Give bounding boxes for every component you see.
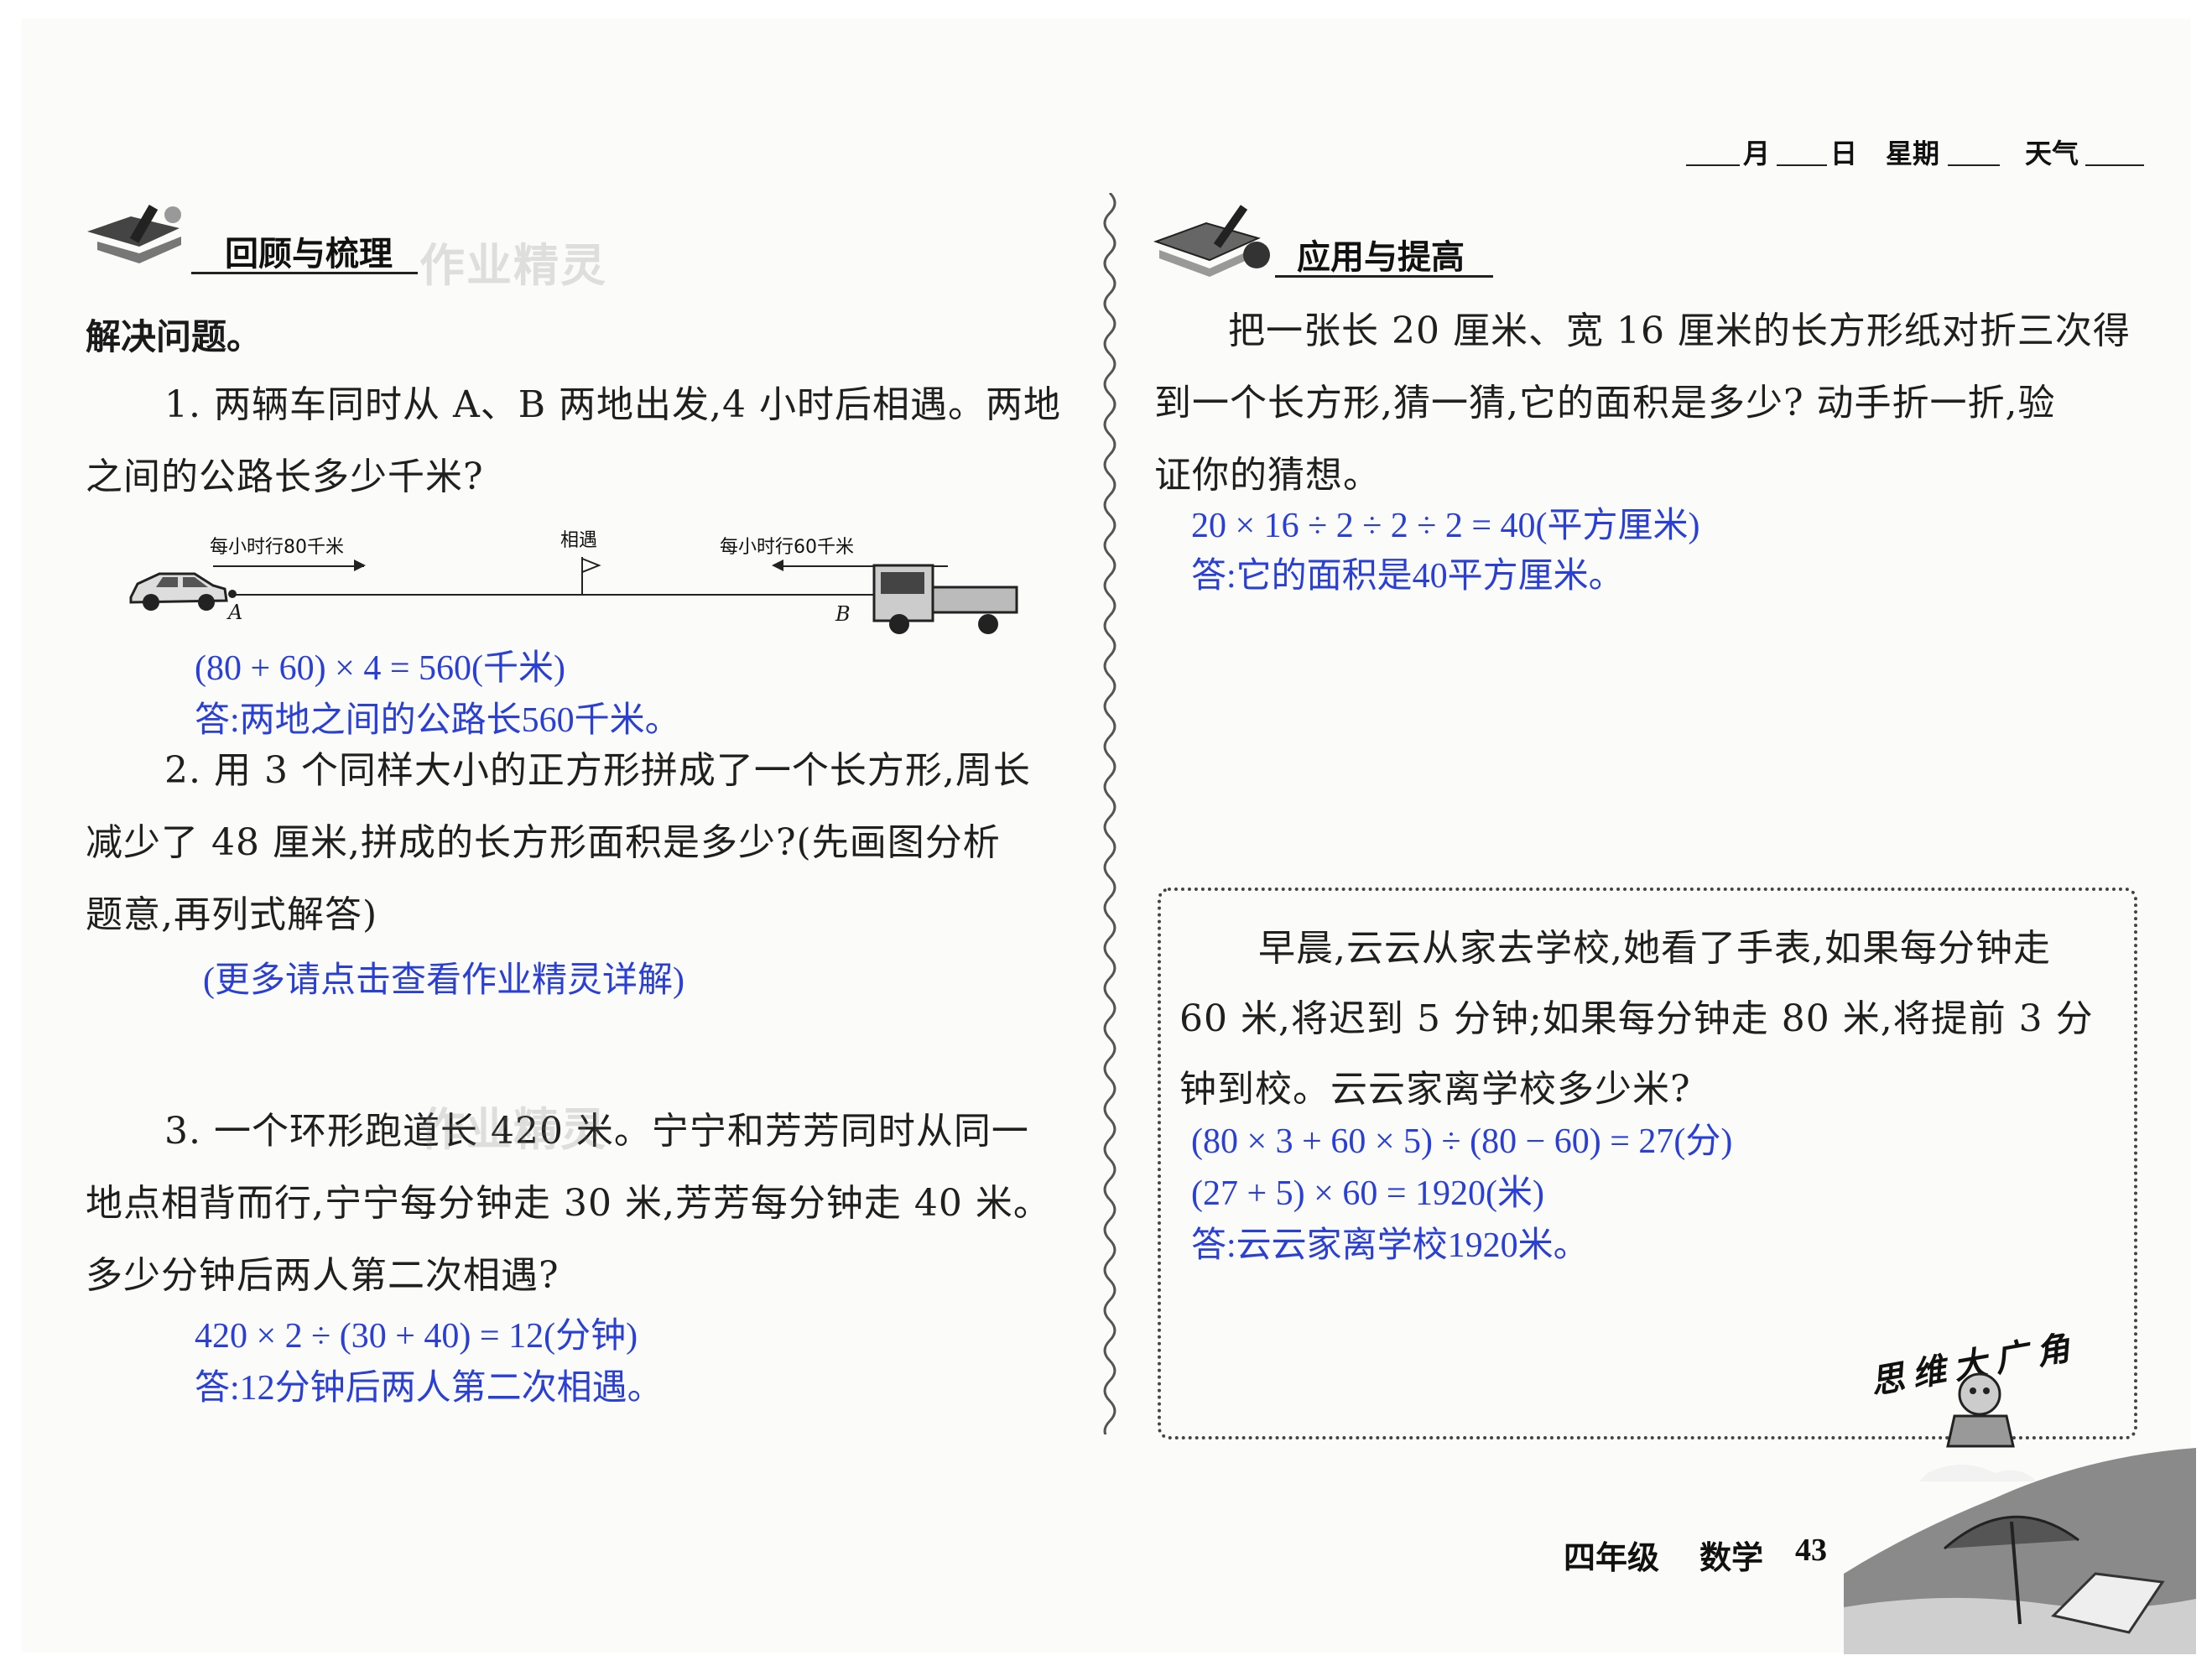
- car-icon: [129, 572, 228, 611]
- intro-heading: 解决问题。: [86, 316, 263, 357]
- apply-section-title: 应用与提高: [1297, 238, 1465, 277]
- thinker-mascot-icon: [1946, 1372, 2015, 1448]
- footer-subject: 数学: [1699, 1539, 1764, 1576]
- q3-answer-line1: 420 × 2 ÷ (30 + 40) = 12(分钟): [195, 1317, 638, 1356]
- q1-diagram: 每小时行80千米 相遇 每小时行60千米 A B: [126, 530, 1032, 639]
- fold-answer-line1: 20 × 16 ÷ 2 ÷ 2 ÷ 2 = 40(平方厘米): [1191, 507, 1700, 545]
- fold-answer-line2: 答:它的面积是40平方厘米。: [1191, 557, 1624, 596]
- fold-problem-line1: 把一张长 20 厘米、宽 16 厘米的长方形纸对折三次得: [1228, 310, 2131, 352]
- weekday-label: 星期: [1886, 138, 1940, 169]
- meet-label: 相遇: [560, 530, 598, 551]
- speed-a-label: 每小时行80千米: [210, 537, 344, 558]
- q1-answer-line1: (80 + 60) × 4 = 560(千米): [195, 649, 566, 688]
- q2-line2: 减少了 48 厘米,拼成的长方形面积是多少?(先画图分析: [86, 821, 1001, 864]
- page-number: 43: [1795, 1533, 1827, 1568]
- arrow-a: [213, 565, 364, 567]
- q3-line3: 多少分钟后两人第二次相遇?: [86, 1254, 560, 1297]
- speed-b-label: 每小时行60千米: [720, 537, 854, 558]
- beach-scene-illustration: [1844, 1448, 2196, 1654]
- review-section-title: 回顾与梳理: [225, 235, 393, 273]
- q2-line1: 2. 用 3 个同样大小的正方形拼成了一个长方形,周长: [164, 749, 1031, 792]
- box-line2: 60 米,将迟到 5 分钟;如果每分钟走 80 米,将提前 3 分: [1179, 997, 2094, 1040]
- box-answer-line2: (27 + 5) × 60 = 1920(米): [1191, 1174, 1545, 1213]
- watermark-top: 作业精灵: [419, 239, 607, 292]
- q3-line2: 地点相背而行,宁宁每分钟走 30 米,芳芳每分钟走 40 米。: [86, 1182, 1051, 1225]
- review-section-icon: [87, 204, 181, 263]
- fold-problem-line2: 到一个长方形,猜一猜,它的面积是多少? 动手折一折,验: [1154, 382, 2056, 424]
- day-label: 日: [1830, 138, 1858, 169]
- review-section-underline: [191, 272, 418, 274]
- flag-icon: [581, 557, 601, 594]
- q1-line1: 1. 两辆车同时从 A、B 两地出发,4 小时后相遇。两地: [164, 383, 1062, 426]
- point-a-label: A: [228, 601, 243, 624]
- footer-grade: 四年级: [1564, 1539, 1660, 1576]
- apply-section-icon: [1153, 205, 1270, 277]
- point-b-label: B: [835, 602, 851, 626]
- box-answer-line1: (80 × 3 + 60 × 5) ÷ (80 − 60) = 27(分): [1191, 1122, 1733, 1161]
- box-answer-line3: 答:云云家离学校1920米。: [1191, 1226, 1589, 1265]
- month-label: 月: [1743, 138, 1771, 169]
- q2-line3: 题意,再列式解答): [86, 893, 378, 936]
- center-wavy-divider: [1103, 193, 1116, 1434]
- weather-label: 天气: [2025, 138, 2079, 169]
- apply-section-underline: [1275, 275, 1493, 278]
- q3-answer-line2: 答:12分钟后两人第二次相遇。: [195, 1369, 663, 1408]
- truck-icon: [872, 564, 1018, 634]
- q2-answer-line1: (更多请点击查看作业精灵详解): [203, 961, 684, 1000]
- box-line1: 早晨,云云从家去学校,她看了手表,如果每分钟走: [1258, 927, 2051, 970]
- date-weather-header: 月 日 星期 天气: [1686, 133, 2156, 171]
- watermark-mid: 作业精灵: [419, 1103, 607, 1156]
- q1-line2: 之间的公路长多少千米?: [86, 455, 484, 498]
